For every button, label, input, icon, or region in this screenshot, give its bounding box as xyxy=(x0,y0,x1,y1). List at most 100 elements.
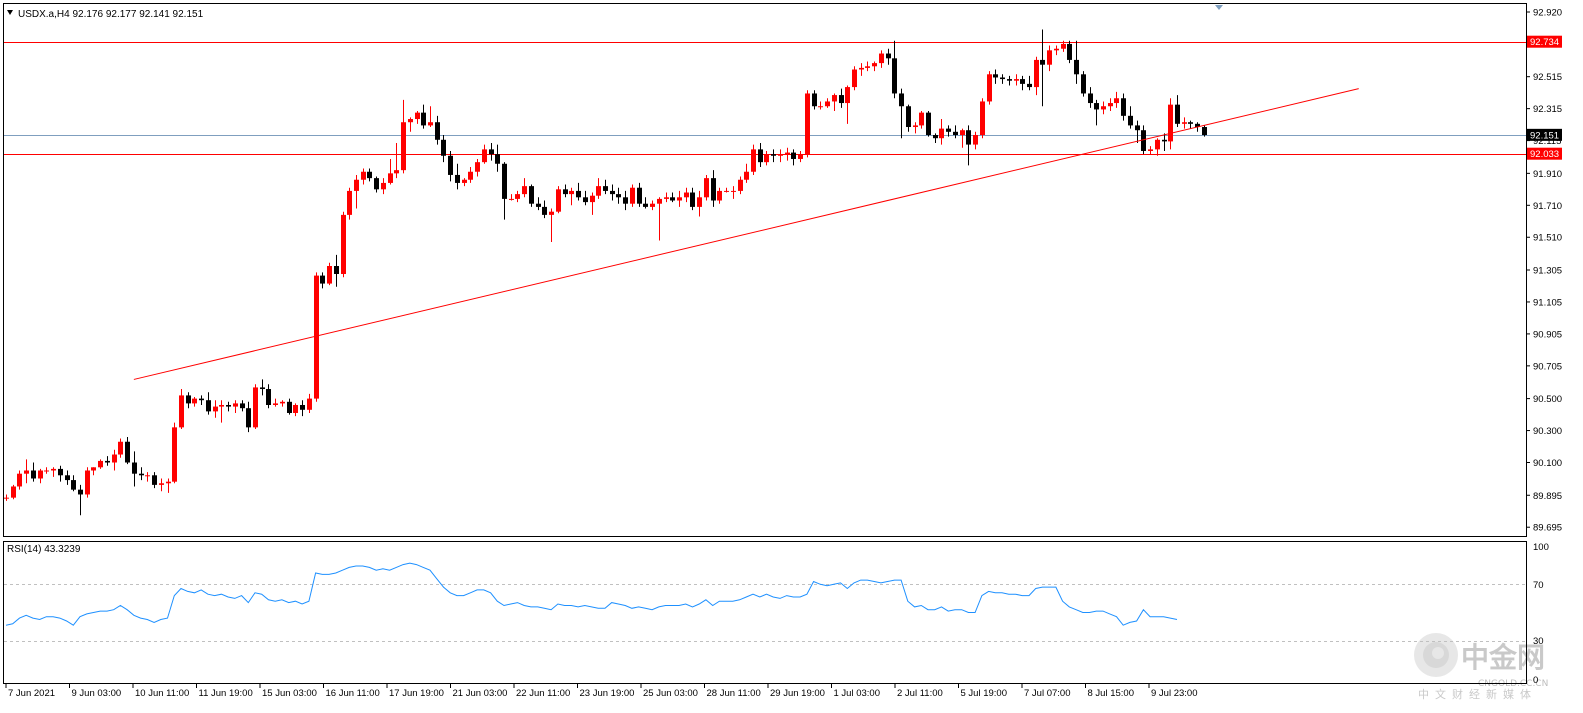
candle xyxy=(44,467,49,474)
candle xyxy=(987,71,992,105)
rsi-pane-border xyxy=(3,541,1527,684)
candle xyxy=(825,98,830,108)
candle xyxy=(1040,29,1045,107)
candle xyxy=(657,197,662,241)
candle xyxy=(482,144,487,164)
candle xyxy=(960,128,965,148)
candle xyxy=(973,131,978,150)
candle-body xyxy=(953,131,958,136)
candle xyxy=(1148,146,1153,155)
candle xyxy=(199,395,204,405)
usdx-h4-chart[interactable]: 中金网 CNGOLD.CC.CN 中文财经新媒体 92.92092.72092.… xyxy=(0,0,1583,713)
candle xyxy=(731,186,736,199)
price-tick-label: 89.695 xyxy=(1533,523,1562,534)
candle-body xyxy=(670,197,675,201)
candle-body xyxy=(408,119,413,123)
candle xyxy=(515,190,520,203)
candle-body xyxy=(112,454,117,463)
candle-body xyxy=(590,195,595,203)
candle-body xyxy=(859,67,864,70)
candle-body xyxy=(435,122,440,140)
candle-body xyxy=(1014,79,1019,81)
candle-body xyxy=(341,214,346,274)
candle-body xyxy=(630,187,635,204)
candle xyxy=(1054,45,1059,56)
candle-body xyxy=(1027,83,1032,88)
candle-body xyxy=(684,192,689,198)
candle xyxy=(623,190,628,211)
time-tick-label: 21 Jun 03:00 xyxy=(453,688,508,699)
candle xyxy=(980,98,985,139)
candle-body xyxy=(1067,43,1072,60)
candle xyxy=(219,400,224,423)
candle-body xyxy=(556,189,561,212)
candle xyxy=(152,472,157,489)
candle-body xyxy=(966,130,971,145)
candle xyxy=(253,384,258,429)
candle-body xyxy=(401,122,406,171)
candle xyxy=(408,117,413,132)
candle xyxy=(118,438,123,458)
candle xyxy=(145,472,150,482)
time-tick-label: 7 Jun 2021 xyxy=(8,688,55,699)
candle-body xyxy=(758,149,763,163)
candle-body xyxy=(697,197,702,207)
candle xyxy=(832,93,837,112)
candle-body xyxy=(576,190,581,198)
candle-body xyxy=(825,101,830,107)
candle-body xyxy=(91,467,96,471)
time-tick-label: 16 Jun 11:00 xyxy=(326,688,380,699)
candle xyxy=(886,48,891,65)
candle-body xyxy=(1074,59,1079,75)
candle-body xyxy=(152,475,157,485)
candle-body xyxy=(266,389,271,405)
candle xyxy=(1081,71,1086,97)
candle-body xyxy=(778,154,783,156)
candle-body xyxy=(273,403,278,405)
candle xyxy=(78,484,83,516)
candle xyxy=(361,168,366,185)
candle-body xyxy=(738,179,743,191)
candle xyxy=(778,149,783,163)
candle-body xyxy=(522,186,527,195)
trendline[interactable] xyxy=(133,88,1359,380)
candle-body xyxy=(71,480,76,490)
candle-body xyxy=(287,401,292,413)
candle xyxy=(233,400,238,413)
time-tick-label: 1 Jul 03:00 xyxy=(834,688,880,699)
candle-body xyxy=(690,192,695,207)
candle-body xyxy=(172,427,177,482)
candle-body xyxy=(1175,104,1180,124)
candle xyxy=(906,104,911,132)
candle xyxy=(637,182,642,207)
candle-body xyxy=(939,128,944,139)
time-tick-label: 5 Jul 19:00 xyxy=(961,688,1007,699)
rsi-line[interactable] xyxy=(5,562,1178,626)
candle xyxy=(1074,40,1079,84)
candle xyxy=(65,470,70,485)
candle-body xyxy=(44,470,49,472)
candle xyxy=(798,150,803,163)
candle-body xyxy=(839,95,844,104)
candle-body xyxy=(421,112,426,126)
candle-body xyxy=(1054,48,1059,51)
candle-body xyxy=(38,470,43,479)
candle xyxy=(966,125,971,166)
price-tick-label: 90.500 xyxy=(1533,394,1562,405)
candle xyxy=(933,133,938,143)
shift-marker-icon[interactable] xyxy=(1215,5,1223,10)
candle-body xyxy=(771,154,776,156)
candle-body xyxy=(1114,98,1119,104)
time-tick-label: 11 Jun 19:00 xyxy=(199,688,253,699)
candle-body xyxy=(1182,122,1187,124)
candle xyxy=(717,187,722,204)
dropdown-triangle-icon[interactable] xyxy=(7,10,13,15)
candle-body xyxy=(677,197,682,201)
candle xyxy=(240,400,245,412)
price-tick-label: 91.305 xyxy=(1533,266,1562,277)
candle-body xyxy=(132,462,137,474)
candle xyxy=(899,88,904,139)
candle xyxy=(603,179,608,195)
candle-body xyxy=(1101,106,1106,110)
candle-body xyxy=(462,179,467,183)
